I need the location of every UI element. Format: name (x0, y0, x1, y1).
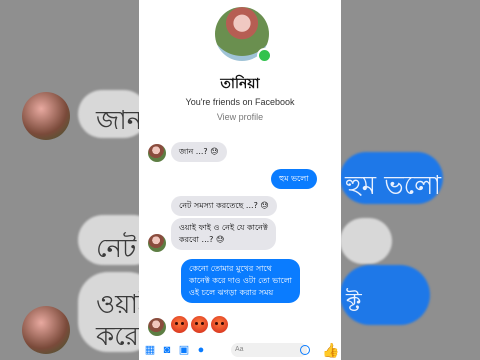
bg-text: করে (96, 322, 139, 352)
apps-icon[interactable]: ▦ (144, 344, 156, 356)
incoming-message[interactable]: নেট সমস্যা করতেছে ...? 😓 (171, 196, 277, 216)
outgoing-message[interactable]: কেনো তোমার মুখের সাথে কানেক্ট করে দাও ওট… (181, 259, 300, 303)
angry-emoji-icon (171, 316, 188, 333)
outgoing-message[interactable]: হুম ভলো (271, 169, 317, 189)
view-profile-link[interactable]: View profile (139, 112, 341, 122)
message-avatar (148, 234, 166, 252)
camera-icon[interactable]: ◙ (161, 344, 173, 356)
friends-status: You're friends on Facebook (185, 97, 295, 107)
gallery-icon[interactable]: ▣ (178, 344, 190, 356)
reaction-row (171, 316, 228, 333)
angry-emoji-icon (211, 316, 228, 333)
emoji-icon[interactable] (300, 345, 310, 355)
bg-text: জান (96, 106, 143, 136)
bg-bubble (340, 218, 392, 264)
message-input[interactable]: Aa (231, 343, 307, 357)
incoming-message[interactable]: ওয়াই ফাই ও নেই যে কানেক্ট করবো ...? 😓 (171, 218, 276, 250)
profile-name: তানিয়া (220, 76, 260, 92)
message-avatar (148, 144, 166, 162)
bg-avatar (22, 306, 70, 354)
bg-avatar (22, 92, 70, 140)
bg-text: হুম ভলো (345, 171, 442, 201)
online-status-icon (257, 48, 272, 63)
mic-icon[interactable]: ● (195, 344, 207, 356)
bg-text: ক্ট (346, 288, 362, 318)
bg-text: নেট (96, 234, 137, 264)
message-avatar (148, 318, 166, 336)
incoming-message[interactable]: জান ...? 😓 (171, 142, 227, 162)
like-icon[interactable]: 👍 (322, 342, 339, 358)
angry-emoji-icon (191, 316, 208, 333)
chat-window: তানিয়া You're friends on Facebook View … (139, 0, 341, 360)
